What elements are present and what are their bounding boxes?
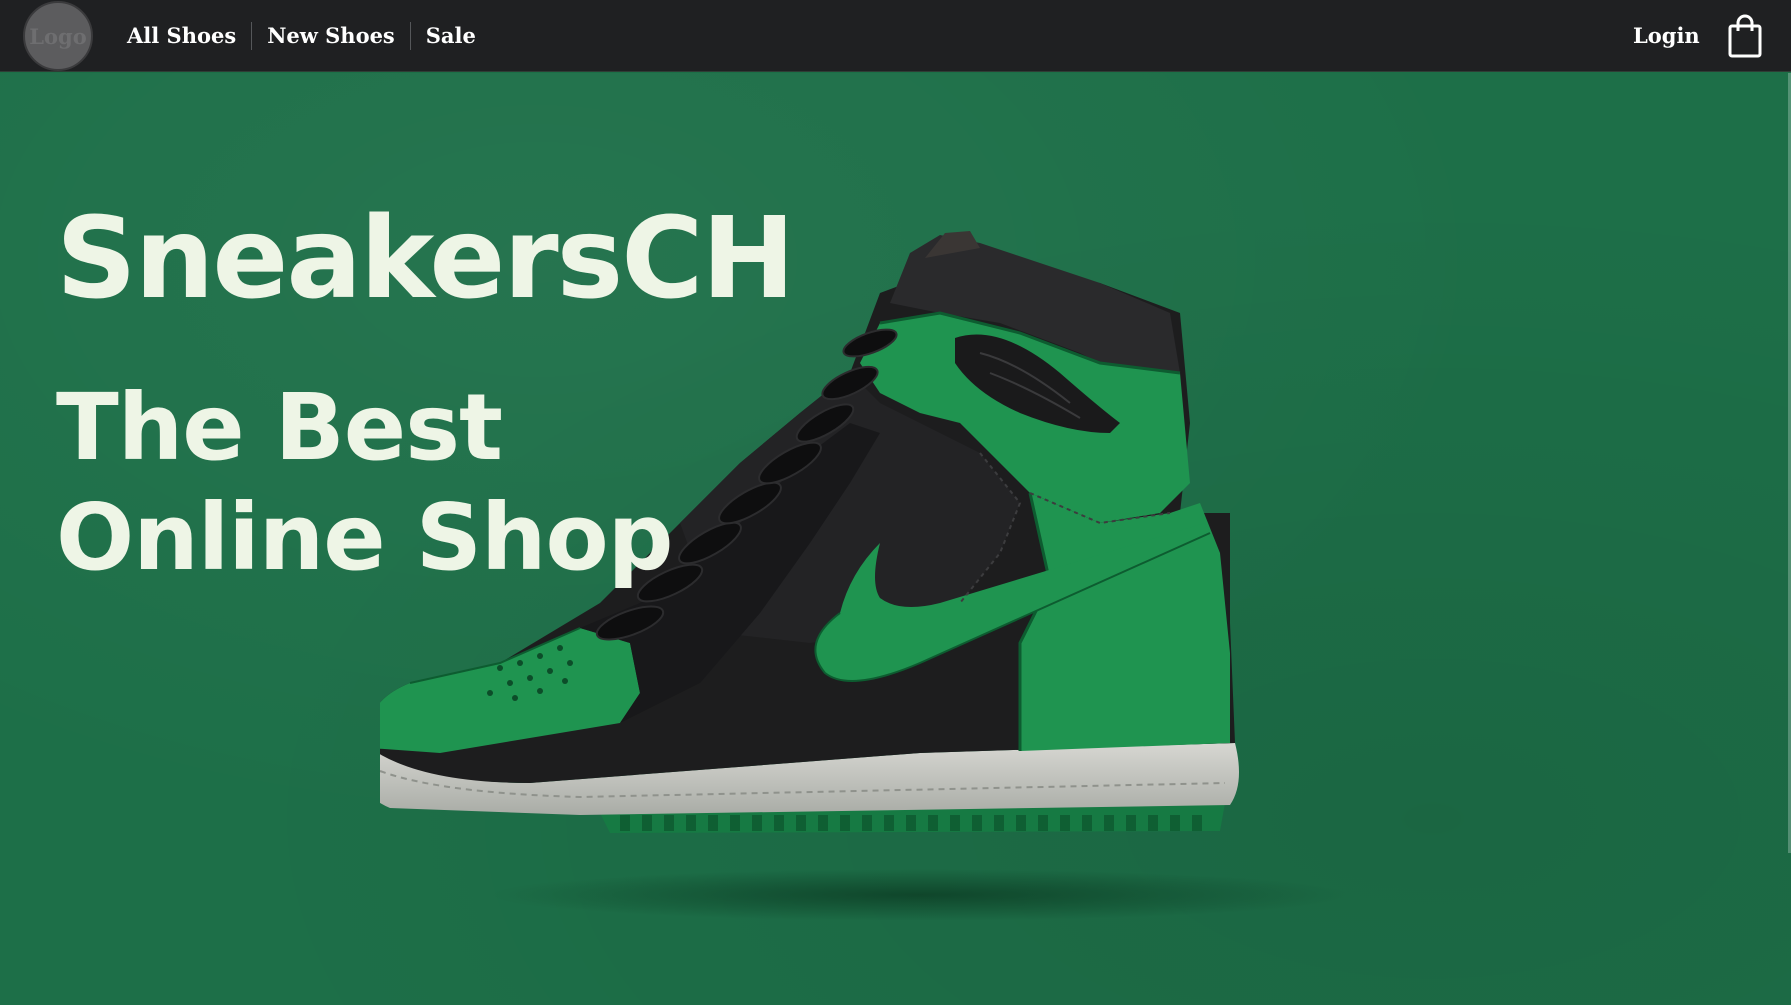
hero-tagline: The Best Online Shop: [56, 373, 674, 593]
tagline-line-2: Online Shop: [56, 484, 674, 591]
login-link[interactable]: Login: [1633, 21, 1700, 51]
shopping-bag-icon[interactable]: [1727, 14, 1763, 58]
logo-text: Logo: [29, 23, 87, 49]
nav-link-all-shoes[interactable]: All Shoes: [112, 21, 251, 51]
logo[interactable]: Logo: [23, 1, 93, 71]
tagline-line-1: The Best: [56, 374, 503, 481]
hero-section: SneakersCH The Best Online Shop: [0, 73, 1791, 1005]
nav-link-new-shoes[interactable]: New Shoes: [252, 21, 410, 51]
navbar: Logo All Shoes New Shoes Sale Login: [0, 0, 1791, 72]
brand-title: SneakersCH: [56, 194, 795, 324]
nav-link-sale[interactable]: Sale: [411, 21, 491, 51]
main-nav: All Shoes New Shoes Sale: [112, 21, 491, 51]
sneaker-image: [380, 231, 1350, 921]
